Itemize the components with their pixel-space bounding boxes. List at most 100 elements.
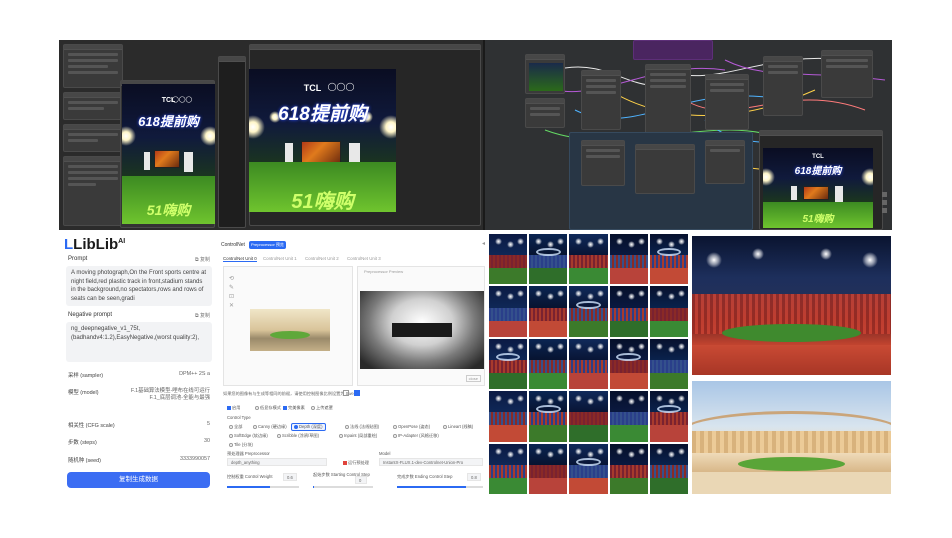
end-step-value[interactable]: 0.8 <box>467 473 481 481</box>
collapse-icon[interactable]: ◂ <box>482 240 485 247</box>
stadium-thumbnail[interactable] <box>529 391 568 442</box>
stadium-thumbnail[interactable] <box>529 443 568 494</box>
poster-bottom-text-main: 51嗨购 <box>291 191 354 212</box>
preview-node-right[interactable] <box>525 54 565 94</box>
type-openpose[interactable]: OpenPose (姿态) <box>393 424 430 430</box>
save-node[interactable] <box>705 140 745 184</box>
model-node[interactable] <box>581 70 621 130</box>
negative-prompt-text: ng_deepnegative_v1_75t,(badhandv4:1.2),E… <box>66 322 212 362</box>
poster-bottom-text: 51嗨购 <box>146 202 191 218</box>
stadium-thumbnail[interactable] <box>569 443 608 494</box>
param-seed: 随机种 (seed) 3333990057 <box>68 456 210 464</box>
negative-copy-button[interactable]: ⧉ 复制 <box>195 312 210 319</box>
type-lineart[interactable]: Lineart (线稿) <box>443 424 473 430</box>
stadium-input-image <box>250 309 330 351</box>
node-editor-left[interactable]: TCL ◯◯◯ 618提前购 51嗨购 TCL ◯◯◯ 618提前购 51嗨购 <box>59 40 483 230</box>
tab-unit-2[interactable]: ControlNet Unit 2 <box>305 256 339 261</box>
stadium-thumbnail[interactable] <box>649 234 688 285</box>
check-lowvram[interactable]: 低显存模式 <box>255 405 281 411</box>
scale-note: 如果您的图像有与生成等相同的前缀，请使用控制图像比例设置为 Sweet <box>223 391 358 396</box>
stadium-thumbnail[interactable] <box>609 391 648 442</box>
param-model: 模型 (model) F.1基础算法模型-哩布在线可运行 F.1_底层调池-全能与… <box>68 388 210 401</box>
vae-node[interactable] <box>705 74 749 130</box>
tab-unit-0[interactable]: ControlNet Unit 0 <box>223 256 257 262</box>
type-depth[interactable]: Depth (深度) <box>291 423 326 431</box>
param-steps: 步数 (steps) 30 <box>68 438 210 446</box>
preprocessor-preview-box[interactable]: Preprocessor Preview close <box>357 266 485 386</box>
copy-generation-data-button[interactable]: 复制生成数据 <box>67 472 210 488</box>
input-image-box[interactable]: ⟲ ✎ ⊡ ✕ <box>223 266 353 386</box>
type-softedge[interactable]: SoftEdge (软边缘) <box>229 433 268 439</box>
tab-unit-3[interactable]: ControlNet Unit 3 <box>347 256 381 261</box>
stadium-thumbnail[interactable] <box>569 286 608 337</box>
start-step-slider[interactable] <box>313 486 373 488</box>
run-preprocessor-button[interactable]: 运行预处理 <box>343 460 369 466</box>
stadium-thumbnail[interactable] <box>649 338 688 390</box>
stadium-thumbnail[interactable] <box>649 391 688 442</box>
lora-node[interactable] <box>763 56 803 116</box>
image-node[interactable] <box>635 144 695 194</box>
toolbar-icons[interactable]: ⟲ ✎ ⊡ ✕ <box>229 275 234 311</box>
type-all[interactable]: 全部 <box>229 424 242 430</box>
zoom-controls[interactable] <box>882 192 888 222</box>
close-preview-button[interactable]: close <box>465 375 481 382</box>
output-node[interactable] <box>821 50 873 98</box>
stadium-thumbnail[interactable] <box>569 391 608 442</box>
stadium-thumbnail[interactable] <box>609 338 648 390</box>
type-scribble[interactable]: Scribble (涂鸦/草图) <box>277 433 319 439</box>
olympic-rings-icon-main: ◯◯◯ <box>327 82 355 91</box>
poster-image-main: TCL ◯◯◯ 618提前购 51嗨购 <box>249 69 396 212</box>
stadium-thumbnail[interactable] <box>529 338 568 390</box>
stadium-thumbnail[interactable] <box>489 391 528 442</box>
prompt-copy-button[interactable]: ⧉ 复制 <box>195 256 210 263</box>
type-normal[interactable]: 法线 (法线贴图) <box>345 424 379 430</box>
tab-unit-1[interactable]: ControlNet Unit 1 <box>263 256 297 261</box>
sampler-node[interactable] <box>525 98 565 128</box>
weight-value[interactable]: 0.6 <box>283 473 297 481</box>
prompt-text: A moving photograph,On the Front sports … <box>66 266 212 306</box>
poster-headline-main: 618提前购 <box>278 104 367 125</box>
stadium-thumbnail[interactable] <box>569 338 608 390</box>
type-tile[interactable]: Tile (分块) <box>229 442 253 448</box>
preprocessor-select[interactable]: depth_anything <box>227 458 327 466</box>
type-canny[interactable]: Canny (硬边缘) <box>253 424 287 430</box>
controlnet-badge: Preprocessor 预览 <box>249 241 286 249</box>
loader-node[interactable] <box>63 44 123 88</box>
check-pixel-perfect[interactable]: 完美像素 <box>283 405 305 411</box>
node-editor-right[interactable]: TCL 618提前购 51嗨购 <box>483 40 892 230</box>
options-node[interactable] <box>63 124 123 152</box>
preview-label: Preprocessor Preview <box>364 269 404 274</box>
settings-node[interactable] <box>63 92 123 120</box>
end-step-slider[interactable] <box>397 486 483 488</box>
olympic-rings-icon: ◯◯◯ <box>172 97 193 103</box>
stadium-thumbnail[interactable] <box>529 286 568 337</box>
check-upload-mask[interactable]: 上传遮罩 <box>311 405 333 411</box>
preprocessor-label: 预处理器 Preprocessor <box>227 451 270 456</box>
type-inpaint[interactable]: Inpaint (局部重绘) <box>339 433 377 439</box>
stadium-thumbnail[interactable] <box>529 234 568 285</box>
poster-image-result: TCL 618提前购 51嗨购 <box>763 148 873 228</box>
stadium-thumbnail[interactable] <box>489 338 528 390</box>
stadium-thumbnail[interactable] <box>489 234 528 285</box>
empty-node[interactable] <box>218 56 246 228</box>
detail-node[interactable] <box>581 140 625 186</box>
stadium-thumbnail[interactable] <box>489 286 528 337</box>
type-ip-adapter[interactable]: IP-Adapter (风格迁移) <box>393 433 439 439</box>
sync-icon[interactable] <box>343 390 349 396</box>
controlnet-title: ControlNet <box>221 242 245 248</box>
stadium-thumbnail[interactable] <box>649 286 688 337</box>
list-node[interactable] <box>63 156 123 226</box>
model-select[interactable]: InstantX-FLUX.1-dev-Controlnet-Union-Pro <box>379 458 483 466</box>
stadium-thumbnail[interactable] <box>569 234 608 285</box>
stadium-thumbnail[interactable] <box>609 286 648 337</box>
stadium-thumbnail[interactable] <box>649 443 688 494</box>
weight-slider[interactable] <box>227 486 299 488</box>
purple-group-node[interactable] <box>633 40 713 60</box>
check-enable[interactable]: 启用 <box>227 405 240 411</box>
start-step-value[interactable]: 0 <box>355 476 367 484</box>
stadium-thumbnail[interactable] <box>609 234 648 285</box>
clip-node[interactable] <box>645 64 691 134</box>
stadium-thumbnail[interactable] <box>609 443 648 494</box>
send-dimensions-icon[interactable] <box>354 390 360 396</box>
stadium-thumbnail[interactable] <box>489 443 528 494</box>
